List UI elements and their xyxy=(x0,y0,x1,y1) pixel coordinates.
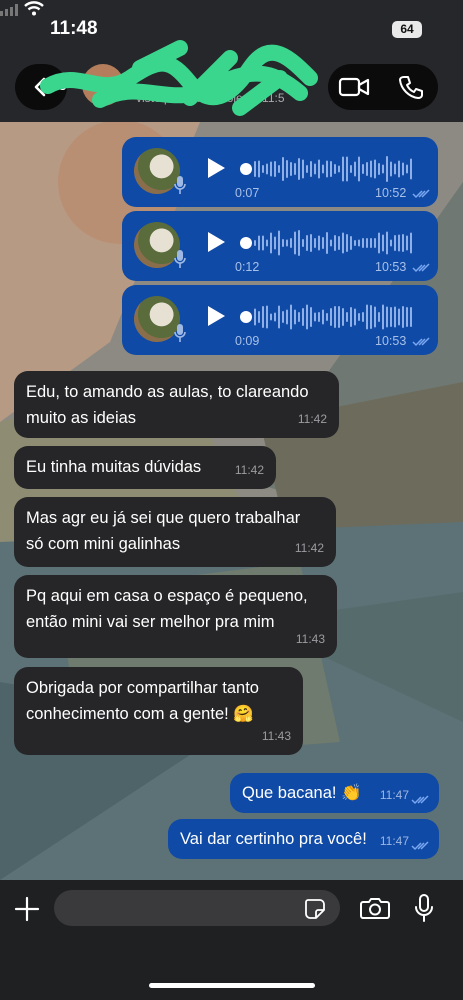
phone-icon[interactable] xyxy=(398,74,424,100)
message-time: 11:47 xyxy=(379,788,409,802)
voice-message[interactable]: 0:07 10:52 xyxy=(122,137,438,207)
status-time: 11:48 xyxy=(50,18,98,39)
message-text: Que bacana! 👏 xyxy=(242,784,362,802)
read-ticks-icon xyxy=(412,189,430,199)
message-time: 11:43 xyxy=(295,632,325,646)
message-text: Edu, to amando as aulas, to clareando mu… xyxy=(26,383,309,427)
sticker-icon[interactable] xyxy=(304,898,326,920)
message-composer xyxy=(0,880,463,1000)
incoming-message[interactable]: Obrigada por compartilhar tanto conhecim… xyxy=(14,667,303,755)
incoming-message[interactable]: Pq aqui em casa o espaço é pequeno, entã… xyxy=(14,575,337,658)
redaction-scribble xyxy=(40,40,318,116)
video-camera-icon[interactable] xyxy=(338,74,370,100)
message-time: 10:53 xyxy=(375,334,407,348)
microphone-icon[interactable] xyxy=(414,894,434,922)
voice-duration: 0:07 xyxy=(235,186,260,200)
microphone-icon xyxy=(174,324,186,342)
signal-icon xyxy=(0,4,18,16)
chat-screen: 11:48 64 33 visto por último hoje às 11:… xyxy=(0,0,463,1000)
voice-message[interactable]: 0:12 10:53 xyxy=(122,211,438,281)
outgoing-message[interactable]: Vai dar certinho pra você! 11:47 xyxy=(168,819,439,859)
read-ticks-icon xyxy=(412,337,430,347)
plus-icon[interactable] xyxy=(14,896,40,922)
voice-duration: 0:12 xyxy=(235,260,260,274)
message-time: 11:42 xyxy=(297,412,327,426)
message-input[interactable] xyxy=(54,890,340,926)
camera-icon[interactable] xyxy=(360,896,390,920)
message-text: Vai dar certinho pra você! xyxy=(180,830,367,848)
battery-level: 64 xyxy=(392,21,422,38)
play-icon[interactable] xyxy=(206,157,226,179)
waveform[interactable] xyxy=(254,302,414,332)
message-time: 10:52 xyxy=(375,186,407,200)
message-time: 11:47 xyxy=(379,834,409,848)
message-text: Obrigada por compartilhar tanto conhecim… xyxy=(26,679,259,723)
message-text: Eu tinha muitas dúvidas xyxy=(26,458,202,476)
incoming-message[interactable]: Mas agr eu já sei que quero trabalhar só… xyxy=(14,497,336,567)
play-icon[interactable] xyxy=(206,305,226,327)
message-time: 11:42 xyxy=(234,463,264,477)
microphone-icon xyxy=(174,176,186,194)
message-text: Mas agr eu já sei que quero trabalhar só… xyxy=(26,509,301,553)
microphone-icon xyxy=(174,250,186,268)
read-ticks-icon xyxy=(411,795,429,805)
message-time: 11:43 xyxy=(261,729,291,743)
waveform[interactable] xyxy=(254,228,414,258)
play-icon[interactable] xyxy=(206,231,226,253)
message-time: 10:53 xyxy=(375,260,407,274)
wifi-icon xyxy=(24,1,45,16)
outgoing-message[interactable]: Que bacana! 👏 11:47 xyxy=(230,773,439,813)
message-text: Pq aqui em casa o espaço é pequeno, entã… xyxy=(26,587,308,631)
waveform[interactable] xyxy=(254,154,414,184)
voice-duration: 0:09 xyxy=(235,334,260,348)
voice-message[interactable]: 0:09 10:53 xyxy=(122,285,438,355)
header-bar: 11:48 64 33 visto por último hoje às 11:… xyxy=(0,0,463,122)
incoming-message[interactable]: Edu, to amando as aulas, to clareando mu… xyxy=(14,371,339,438)
incoming-message[interactable]: Eu tinha muitas dúvidas 11:42 xyxy=(14,446,276,489)
call-actions xyxy=(328,64,438,110)
read-ticks-icon xyxy=(412,263,430,273)
playback-scrubber[interactable] xyxy=(240,311,252,323)
read-ticks-icon xyxy=(411,841,429,851)
playback-scrubber[interactable] xyxy=(240,237,252,249)
playback-scrubber[interactable] xyxy=(240,163,252,175)
message-time: 11:42 xyxy=(294,541,324,555)
home-indicator xyxy=(149,983,315,988)
